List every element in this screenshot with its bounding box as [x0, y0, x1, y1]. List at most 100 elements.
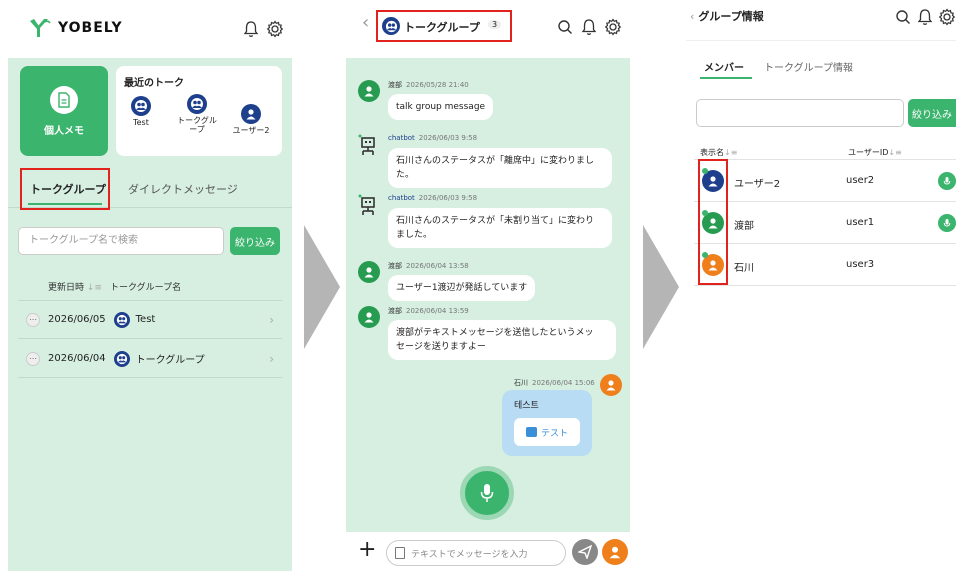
message-bubble[interactable]: 渡部がテキストメッセージを送信したというメッ セージを送りますよー — [388, 320, 616, 360]
recent-item-talkgroup[interactable]: トークグル ープ — [174, 94, 220, 134]
microphone-icon — [480, 484, 494, 502]
group-avatar-icon — [113, 311, 130, 328]
column-updated[interactable]: 更新日時 ↓≡ — [48, 280, 102, 293]
group-info-screen: ‹ グループ情報 メンバー トークグループ情報 絞り込み 表示名↓≡ ユーザーID… — [686, 0, 956, 571]
microphone-icon[interactable] — [938, 214, 956, 232]
column-display-name[interactable]: 表示名↓≡ — [700, 147, 737, 158]
gear-icon[interactable] — [264, 18, 286, 40]
message-bubble[interactable]: ユーザー1渡辺が発話しています — [388, 275, 536, 301]
message-time: 2026/06/04 15:06 — [532, 379, 595, 387]
logo-text: YOBELY — [58, 20, 123, 36]
recent-item-user2[interactable]: ユーザー2 — [228, 104, 274, 135]
talk-list-screen: YOBELY 個人メモ 最近のトーク Test トークグル ープ ユーザー2 ト… — [8, 0, 292, 571]
message-time: 2026/06/03 9:58 — [418, 134, 478, 142]
back-chevron-icon[interactable]: ‹ — [362, 12, 369, 33]
filter-button[interactable]: 絞り込み — [230, 227, 280, 255]
tab-group-info[interactable]: トークグループ情報 — [764, 59, 853, 74]
message-text: ユーザー1渡辺が発話しています — [396, 283, 528, 293]
page-title-label: グループ情報 — [698, 10, 764, 23]
filter-button[interactable]: 絞り込み — [908, 99, 956, 127]
message-meta: chatbot 2026/06/03 9:58 — [388, 134, 477, 142]
sort-icon: ↓≡ — [86, 283, 102, 293]
message-item: 渡部 2026/06/04 13:59 渡部がテキストメッセージを送信したというメ… — [358, 306, 624, 362]
column-user-id[interactable]: ユーザーID↓≡ — [848, 147, 902, 158]
member-user-id: user2 — [846, 175, 875, 186]
flow-arrow-icon — [643, 225, 679, 349]
sender-name: chatbot — [388, 194, 415, 202]
message-text: た。 — [396, 170, 415, 180]
recent-item-label: ユーザー2 — [232, 126, 270, 135]
message-bubble[interactable]: 石川さんのステータスが「未割り当て」に変わり ました。 — [388, 208, 612, 248]
sender-name: chatbot — [388, 134, 415, 142]
plus-icon[interactable]: + — [358, 537, 376, 562]
highlight-box — [376, 10, 512, 42]
member-row[interactable]: 渡部 user1 — [694, 202, 956, 244]
member-row[interactable]: 石川 user3 — [694, 244, 956, 286]
mic-button[interactable] — [460, 466, 514, 520]
more-icon[interactable]: ⋯ — [26, 351, 40, 366]
group-avatar-icon — [131, 96, 151, 116]
back-chevron-icon[interactable]: ‹ — [690, 10, 694, 23]
message-text: talk group message — [396, 102, 486, 112]
microphone-icon[interactable] — [938, 172, 956, 190]
message-item: chatbot 2026/06/03 9:58 石川さんのステータスが「未割り当て… — [358, 194, 624, 248]
tab-members[interactable]: メンバー — [704, 59, 744, 74]
column-group-name: トークグループ名 — [110, 283, 182, 293]
member-name: 石川 — [734, 263, 754, 274]
sender-name: 渡部 — [388, 307, 402, 315]
member-row[interactable]: ユーザー2 user2 — [694, 160, 956, 202]
message-time: 2026/06/04 13:59 — [406, 307, 469, 315]
message-time: 2026/05/28 21:40 — [406, 81, 469, 89]
bell-icon[interactable] — [914, 6, 936, 28]
header: YOBELY — [8, 0, 292, 58]
member-search-input[interactable] — [696, 99, 904, 127]
gear-icon[interactable] — [602, 16, 624, 38]
user-avatar-icon — [600, 374, 622, 396]
message-bubble[interactable]: 石川さんのステータスが「離席中」に変わりまし た。 — [388, 148, 612, 188]
search-icon[interactable] — [892, 6, 914, 28]
user-avatar-icon — [358, 80, 380, 102]
translation-box: テスト — [514, 418, 580, 446]
group-avatar-icon — [113, 350, 130, 367]
recent-talks-card: 最近のトーク Test トークグル ープ ユーザー2 — [116, 66, 282, 156]
recent-item-test[interactable]: Test — [118, 96, 164, 127]
user-avatar-icon — [358, 261, 380, 283]
gear-icon[interactable] — [936, 6, 956, 28]
sort-icon: ↓≡ — [724, 148, 738, 157]
sender-name: 渡部 — [388, 262, 402, 270]
message-input[interactable]: テキストでメッセージを入力 — [386, 540, 566, 566]
message-item: 渡部 2026/06/04 13:58 ユーザー1渡辺が発話しています — [358, 261, 624, 301]
row-group-name: Test — [135, 314, 156, 325]
message-text: 渡部がテキストメッセージを送信したというメッ — [396, 328, 594, 338]
chevron-right-icon: › — [269, 351, 274, 366]
group-search-input[interactable]: トークグループ名で検索 — [18, 227, 224, 255]
chat-header: ‹ トークグループ 3 — [346, 0, 630, 58]
message-text: 테스트 — [514, 401, 539, 411]
my-avatar-icon[interactable] — [602, 539, 628, 565]
row-date: 2026/06/04 — [48, 353, 106, 364]
member-user-id: user3 — [846, 259, 875, 270]
message-meta: 石川 2026/06/04 15:06 — [514, 378, 595, 388]
own-message-bubble[interactable]: 테스트 テスト — [502, 390, 592, 456]
row-date: 2026/06/05 — [48, 314, 106, 325]
tab-direct-message[interactable]: ダイレクトメッセージ — [128, 181, 238, 197]
member-name: ユーザー2 — [734, 179, 781, 190]
personal-memo-card[interactable]: 個人メモ — [20, 66, 108, 156]
sender-name: 石川 — [514, 379, 528, 387]
message-time: 2026/06/04 13:58 — [406, 262, 469, 270]
bell-icon[interactable] — [578, 16, 600, 38]
send-button[interactable] — [572, 539, 598, 565]
group-avatar-icon — [187, 94, 207, 114]
more-icon[interactable]: ⋯ — [26, 312, 40, 327]
member-name: 渡部 — [734, 221, 754, 232]
search-icon[interactable] — [554, 16, 576, 38]
bell-icon[interactable] — [240, 18, 262, 40]
group-info-body: メンバー トークグループ情報 絞り込み 表示名↓≡ ユーザーID↓≡ ユーザー2… — [686, 40, 956, 571]
attach-file-icon[interactable] — [395, 547, 405, 559]
sender-name: 渡部 — [388, 81, 402, 89]
list-item[interactable]: ⋯ 2026/06/05 Test › — [18, 301, 282, 339]
message-meta: chatbot 2026/06/03 9:58 — [388, 194, 477, 202]
message-bubble[interactable]: talk group message — [388, 94, 494, 120]
app-logo: YOBELY — [28, 17, 123, 39]
list-item[interactable]: ⋯ 2026/06/04 トークグループ › — [18, 340, 282, 378]
